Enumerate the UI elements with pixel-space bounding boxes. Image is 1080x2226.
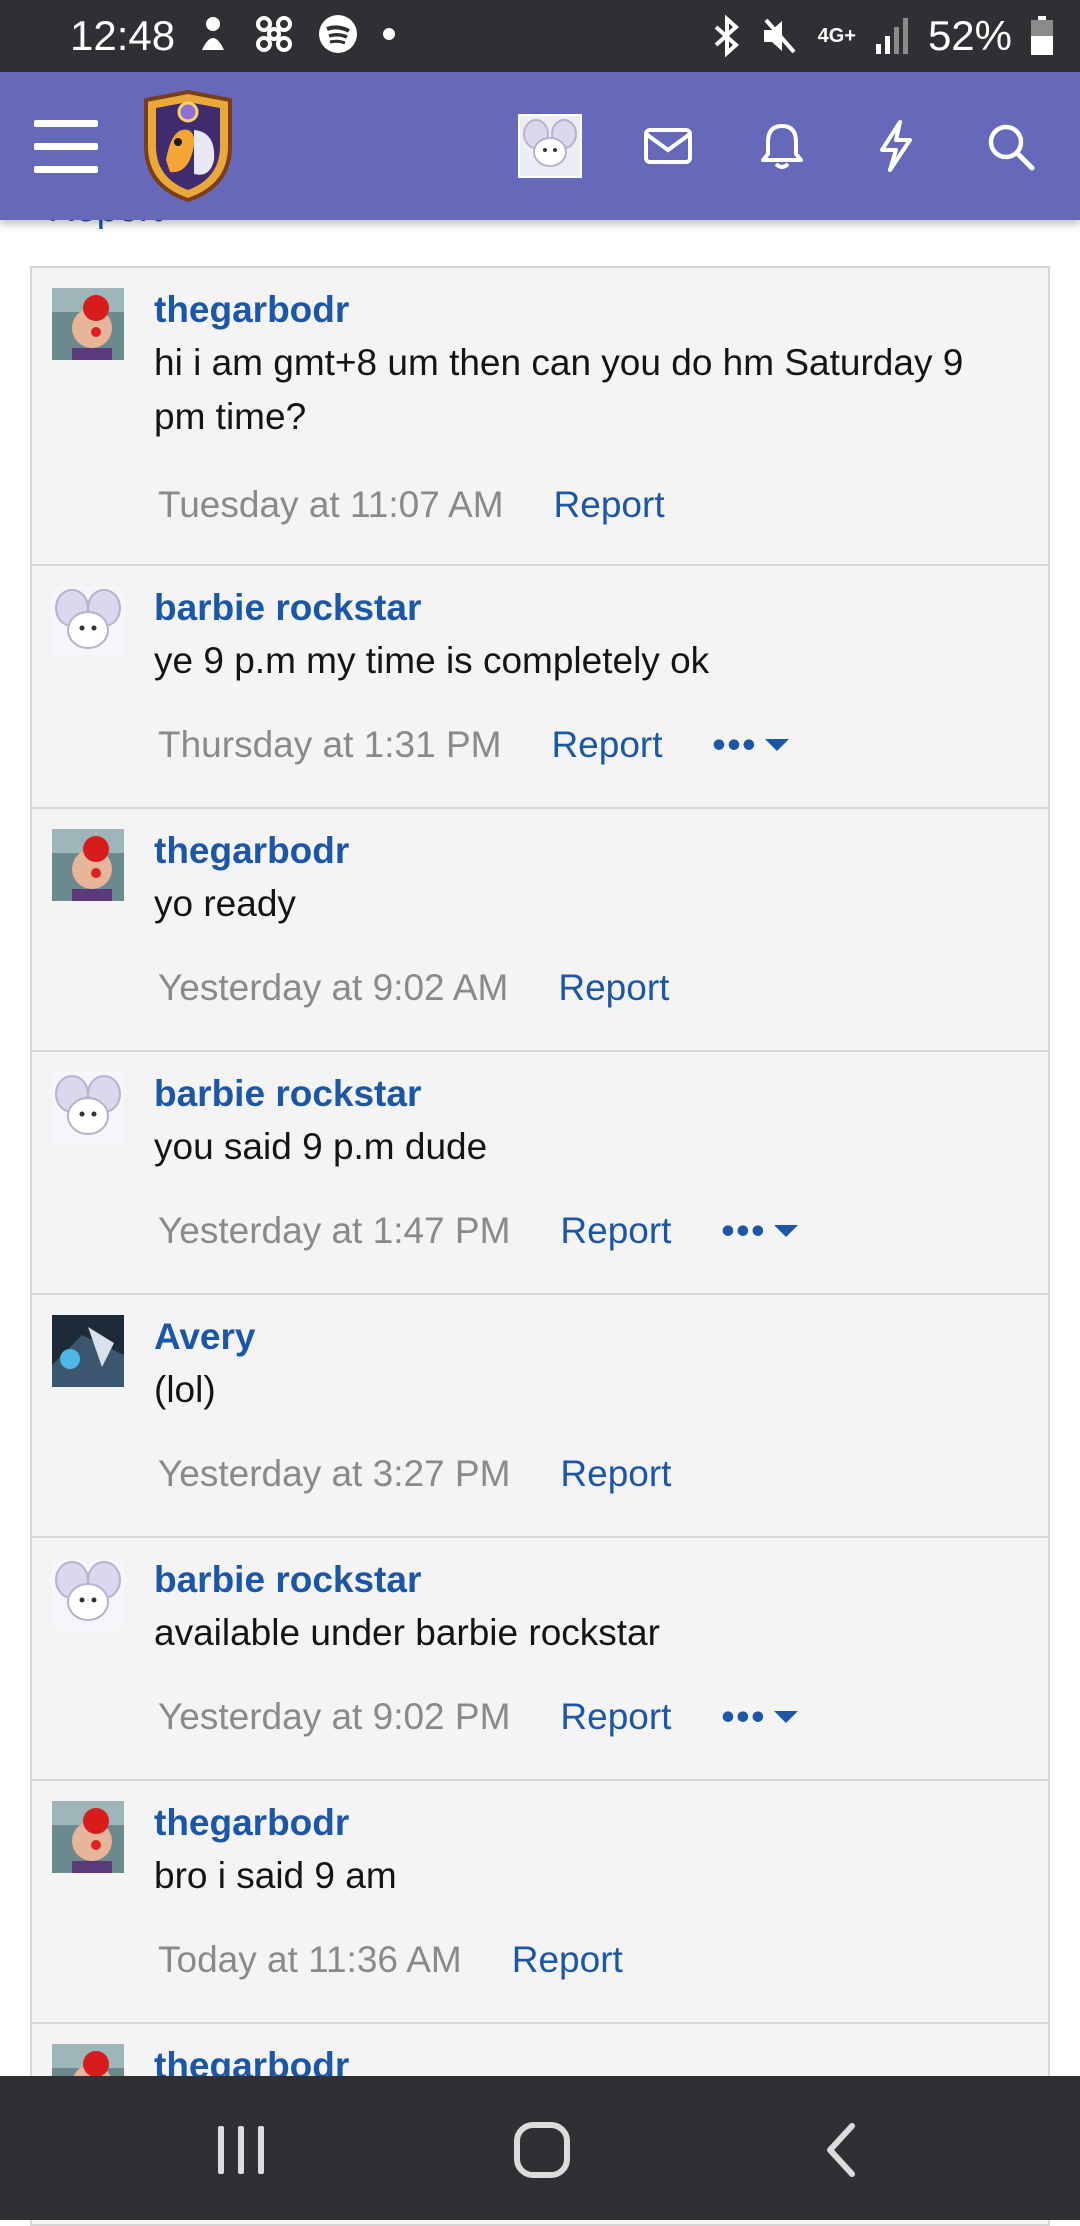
message-meta: Tuesday at 11:07 AM Report [158,484,665,526]
timestamp[interactable]: Yesterday at 1:47 PM [158,1210,510,1252]
inbox-icon[interactable] [640,118,696,174]
author-name[interactable]: Avery [154,1315,1018,1359]
menu-icon[interactable] [34,120,98,173]
message-text: you said 9 p.m dude [154,1126,488,1167]
recent-apps-icon[interactable] [210,2120,274,2180]
home-icon[interactable] [510,2120,574,2180]
report-link[interactable]: Report [554,484,665,526]
avatar[interactable] [52,1315,124,1387]
report-link[interactable]: Report [558,967,669,1009]
message-text: (lol) [154,1369,216,1410]
spotify-icon [319,15,357,53]
timestamp[interactable]: Yesterday at 3:27 PM [158,1453,510,1495]
list-item: thegarbodr hi i am gmt+8 um then can you… [32,268,1048,566]
message-text: ye 9 p.m my time is completely ok [154,640,710,681]
site-logo[interactable] [136,90,240,202]
report-link[interactable]: Report [560,1696,671,1738]
chevron-down-icon [774,1711,799,1723]
alerts-bell-icon[interactable] [754,118,810,174]
chevron-down-icon [765,739,790,751]
more-options-button[interactable]: ••• [721,1696,799,1738]
more-dots: ••• [712,724,758,765]
status-right-icons: 4G+ 52% [712,12,1054,60]
signal-icon [875,18,908,54]
message-meta: Yesterday at 9:02 AM Report [158,967,669,1009]
author-name[interactable]: thegarbodr [154,1801,1018,1845]
message-meta: Yesterday at 3:27 PM Report [158,1453,671,1495]
message-text: hi i am gmt+8 um then can you do hm Satu… [154,342,964,437]
timestamp[interactable]: Yesterday at 9:02 AM [158,967,508,1009]
message-text: yo ready [154,883,296,924]
message-text: bro i said 9 am [154,1855,397,1896]
status-time: 12:48 [70,12,176,59]
avatar[interactable] [52,1801,124,1873]
message-meta: Today at 11:36 AM Report [158,1939,623,1981]
author-name[interactable]: barbie rockstar [154,586,1018,630]
more-options-button[interactable]: ••• [713,724,790,766]
battery-percent: 52% [927,12,1012,59]
status-left-icons [196,14,396,54]
bluetooth-icon [714,15,739,57]
author-name[interactable]: thegarbodr [154,288,1018,332]
report-link[interactable]: Report [551,724,662,766]
list-item: barbie rockstar you said 9 p.m dude Yest… [32,1052,1048,1295]
author-name[interactable]: barbie rockstar [154,1558,1018,1602]
author-name[interactable]: thegarbodr [154,829,1018,873]
report-link[interactable]: Report [512,1939,623,1981]
timestamp[interactable]: Tuesday at 11:07 AM [158,484,504,526]
author-name[interactable]: barbie rockstar [154,1072,1018,1116]
mouse-avatar-icon [523,119,577,167]
avatar[interactable] [52,1072,124,1144]
report-link[interactable]: Report [560,1210,671,1252]
profile-posts-list: thegarbodr hi i am gmt+8 um then can you… [30,266,1050,2226]
app-header [0,72,1080,220]
search-icon[interactable] [982,118,1038,174]
more-dots: ••• [721,1210,767,1251]
message-meta: Thursday at 1:31 PM Report ••• [158,724,790,766]
system-nav-bar [0,2076,1080,2220]
list-item: barbie rockstar available under barbie r… [32,1538,1048,1781]
message-meta: Yesterday at 9:02 PM Report ••• [158,1696,799,1738]
status-bar: 12:48 4G+ 52% [0,0,1080,72]
avatar[interactable] [52,829,124,901]
whats-new-bolt-icon[interactable] [868,118,924,174]
list-item: thegarbodr bro i said 9 am Today at 11:3… [32,1781,1048,2024]
avatar[interactable] [52,1558,124,1630]
chevron-down-icon [774,1225,799,1237]
user-avatar[interactable] [518,114,582,178]
list-item: Avery (lol) Yesterday at 3:27 PM Report [32,1295,1048,1538]
pinwheel-icon [256,16,292,52]
list-item: barbie rockstar ye 9 p.m my time is comp… [32,566,1048,809]
back-icon[interactable] [812,2120,876,2180]
report-link[interactable]: Report [560,1453,671,1495]
message-text: available under barbie rockstar [154,1612,660,1653]
message-meta: Yesterday at 1:47 PM Report ••• [158,1210,799,1252]
timestamp[interactable]: Thursday at 1:31 PM [158,724,501,766]
silent-mode-icon [202,17,224,50]
mute-vibrate-icon [763,18,796,54]
timestamp[interactable]: Today at 11:36 AM [158,1939,462,1981]
avatar[interactable] [52,586,124,658]
list-item: thegarbodr yo ready Yesterday at 9:02 AM… [32,809,1048,1052]
avatar[interactable] [52,288,124,360]
network-type: 4G+ [817,24,856,47]
more-dots: ••• [721,1696,767,1737]
battery-icon [1031,16,1053,55]
dot-icon [383,28,395,40]
more-options-button[interactable]: ••• [721,1210,799,1252]
timestamp[interactable]: Yesterday at 9:02 PM [158,1696,510,1738]
